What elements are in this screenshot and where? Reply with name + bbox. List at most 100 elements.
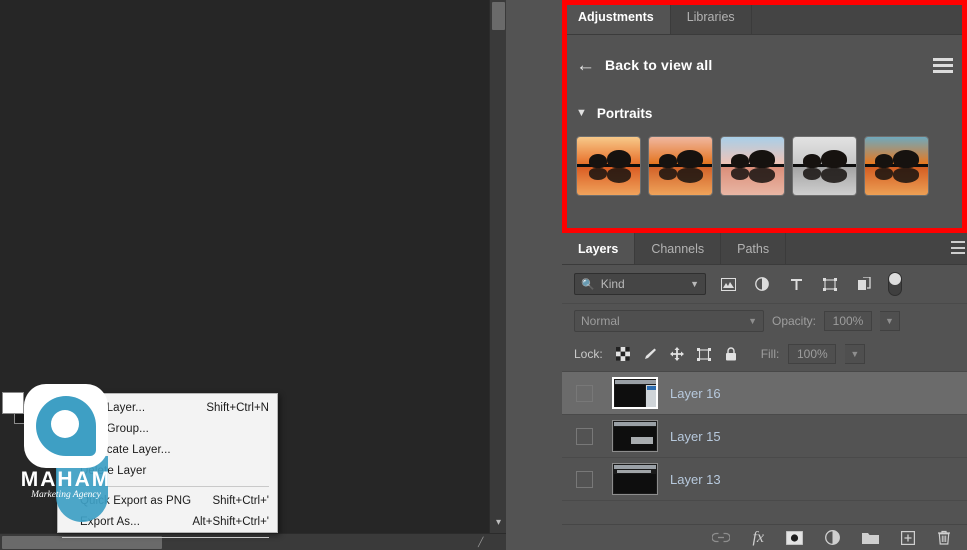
menu-item-new-group[interactable]: New Group... xyxy=(58,419,277,440)
lock-label: Lock: xyxy=(574,347,603,361)
lock-all-icon[interactable] xyxy=(722,345,740,363)
filter-enable-toggle[interactable] xyxy=(888,272,902,296)
menu-item-label: New Group... xyxy=(80,423,149,435)
table-row[interactable]: Layer 16 xyxy=(562,372,967,415)
layer-name-label: Layer 13 xyxy=(670,471,721,487)
foreground-background-color-swatch[interactable] xyxy=(2,392,36,426)
arrow-left-icon: ← xyxy=(576,54,595,76)
chevron-down-icon: ▼ xyxy=(576,107,587,119)
preset-thumbnail[interactable] xyxy=(720,136,785,196)
layer-visibility-toggle[interactable] xyxy=(562,470,606,488)
panel-menu-icon[interactable] xyxy=(951,241,965,254)
menu-item-new-layer[interactable]: New Layer... Shift+Ctrl+N xyxy=(58,398,277,419)
new-group-button[interactable] xyxy=(862,531,879,544)
opacity-stepper-chevron-icon[interactable]: ▼ xyxy=(880,310,901,331)
eye-icon xyxy=(575,427,593,445)
adjustments-panel: Adjustments Libraries ← Back to view all… xyxy=(562,0,967,233)
lock-position-icon[interactable] xyxy=(668,345,686,363)
menu-item-delete-layer[interactable]: Delete Layer xyxy=(58,461,277,482)
layer-list: Layer 16 Layer 15 Layer 13 xyxy=(562,371,967,501)
menu-item-quick-export-as-png[interactable]: Quick Export as PNG Shift+Ctrl+' xyxy=(58,491,277,512)
resize-grip-icon[interactable]: ╱ xyxy=(478,537,488,547)
layer-filter-kind-select[interactable]: 🔍 Kind ▼ xyxy=(574,273,706,295)
tab-adjustments[interactable]: Adjustments xyxy=(562,0,671,34)
preset-thumbnail[interactable] xyxy=(576,136,641,196)
delete-layer-button[interactable] xyxy=(937,530,951,545)
menu-item-label: Duplicate Layer... xyxy=(80,444,171,456)
list-view-icon[interactable] xyxy=(933,58,953,73)
type-layer-filter-icon[interactable] xyxy=(784,273,808,295)
pixel-layer-filter-icon[interactable] xyxy=(716,273,740,295)
opacity-label: Opacity: xyxy=(772,313,817,328)
menu-item-duplicate-layer[interactable]: Duplicate Layer... xyxy=(58,440,277,461)
fill-stepper-chevron-icon[interactable]: ▼ xyxy=(845,344,866,364)
lock-transparent-pixels-icon[interactable] xyxy=(614,345,632,363)
layer-thumbnail-cell[interactable] xyxy=(606,463,664,495)
menu-separator xyxy=(62,537,269,538)
link-layers-button[interactable] xyxy=(712,532,731,543)
adjustments-tabbar: Adjustments Libraries xyxy=(562,0,967,35)
canvas-horizontal-scrollbar[interactable]: ╱ xyxy=(0,533,506,550)
shape-layer-filter-icon[interactable] xyxy=(818,273,842,295)
table-row[interactable]: Layer 13 xyxy=(562,458,967,501)
layer-name-label: Layer 15 xyxy=(670,428,721,444)
menu-item-label: Export As... xyxy=(80,516,141,528)
layer-thumbnail xyxy=(612,463,658,495)
layer-thumbnail xyxy=(612,377,658,409)
layer-thumbnail xyxy=(612,420,658,452)
menu-item-export-as[interactable]: Export As... Alt+Shift+Ctrl+' xyxy=(58,512,277,533)
panel-gutter xyxy=(506,0,562,550)
table-row[interactable]: Layer 15 xyxy=(562,415,967,458)
new-adjustment-layer-button[interactable] xyxy=(825,530,840,545)
group-portraits-label: Portraits xyxy=(596,105,653,121)
menu-item-label: New Layer... xyxy=(80,402,146,414)
lock-image-pixels-icon[interactable] xyxy=(641,345,659,363)
preset-thumbnail-strip xyxy=(576,136,953,196)
back-to-view-all-button[interactable]: ← Back to view all xyxy=(576,44,953,86)
vertical-scrollbar-thumb[interactable] xyxy=(492,2,505,30)
canvas-vertical-scrollbar[interactable]: ▾ xyxy=(489,0,506,533)
tab-libraries[interactable]: Libraries xyxy=(670,0,752,34)
lock-artboard-nesting-icon[interactable] xyxy=(695,345,713,363)
group-portraits-header[interactable]: ▼ Portraits xyxy=(576,98,953,128)
adjustment-layer-filter-icon[interactable] xyxy=(750,273,774,295)
smart-object-filter-icon[interactable] xyxy=(852,273,876,295)
menu-item-label: Quick Export as PNG xyxy=(80,495,192,507)
foreground-color-swatch[interactable] xyxy=(2,392,24,414)
chevron-down-icon: ▼ xyxy=(690,279,699,289)
menu-item-shortcut: Alt+Shift+Ctrl+' xyxy=(192,516,269,528)
back-to-view-all-label: Back to view all xyxy=(605,57,713,73)
preset-thumbnail[interactable] xyxy=(648,136,713,196)
blend-mode-row: Normal ▼ Opacity: 100% ▼ xyxy=(562,303,967,337)
opacity-input[interactable]: 100% xyxy=(824,310,873,331)
menu-item-shortcut: Shift+Ctrl+N xyxy=(206,402,269,414)
add-layer-mask-button[interactable] xyxy=(786,530,803,545)
menu-item-shortcut: Shift+Ctrl+' xyxy=(212,495,269,507)
layers-tabbar: Layers Channels Paths xyxy=(562,233,967,265)
chevron-down-icon: ▼ xyxy=(748,315,757,326)
layer-name-label: Layer 16 xyxy=(670,385,721,401)
menu-separator xyxy=(62,486,269,487)
layers-bottom-toolbar: fx xyxy=(562,524,967,550)
tabbar-filler xyxy=(751,0,967,34)
chevron-down-icon[interactable]: ▾ xyxy=(490,515,507,531)
blend-mode-select[interactable]: Normal ▼ xyxy=(574,309,764,332)
adjustments-body: ← Back to view all ▼ Portraits xyxy=(562,44,967,196)
tab-channels[interactable]: Channels xyxy=(635,233,722,264)
search-icon: 🔍 xyxy=(581,278,595,291)
tab-layers[interactable]: Layers xyxy=(562,233,636,264)
fill-input[interactable]: 100% xyxy=(788,344,837,364)
layers-panel: Layers Channels Paths 🔍 Kind ▼ Normal ▼ … xyxy=(562,233,967,550)
layer-filter-row: 🔍 Kind ▼ xyxy=(562,265,967,303)
tab-paths[interactable]: Paths xyxy=(721,233,787,264)
preset-thumbnail[interactable] xyxy=(864,136,929,196)
new-layer-button[interactable] xyxy=(901,530,915,545)
layer-thumbnail-cell[interactable] xyxy=(606,420,664,452)
layer-visibility-toggle[interactable] xyxy=(562,384,606,402)
preset-thumbnail[interactable] xyxy=(792,136,857,196)
lock-row: Lock: Fill: 100% ▼ xyxy=(562,337,967,371)
layer-styles-button[interactable]: fx xyxy=(752,529,764,547)
layer-thumbnail-cell[interactable] xyxy=(606,377,664,409)
layer-visibility-toggle[interactable] xyxy=(562,427,606,445)
layer-context-menu[interactable]: New Layer... Shift+Ctrl+N New Group... D… xyxy=(57,393,278,538)
